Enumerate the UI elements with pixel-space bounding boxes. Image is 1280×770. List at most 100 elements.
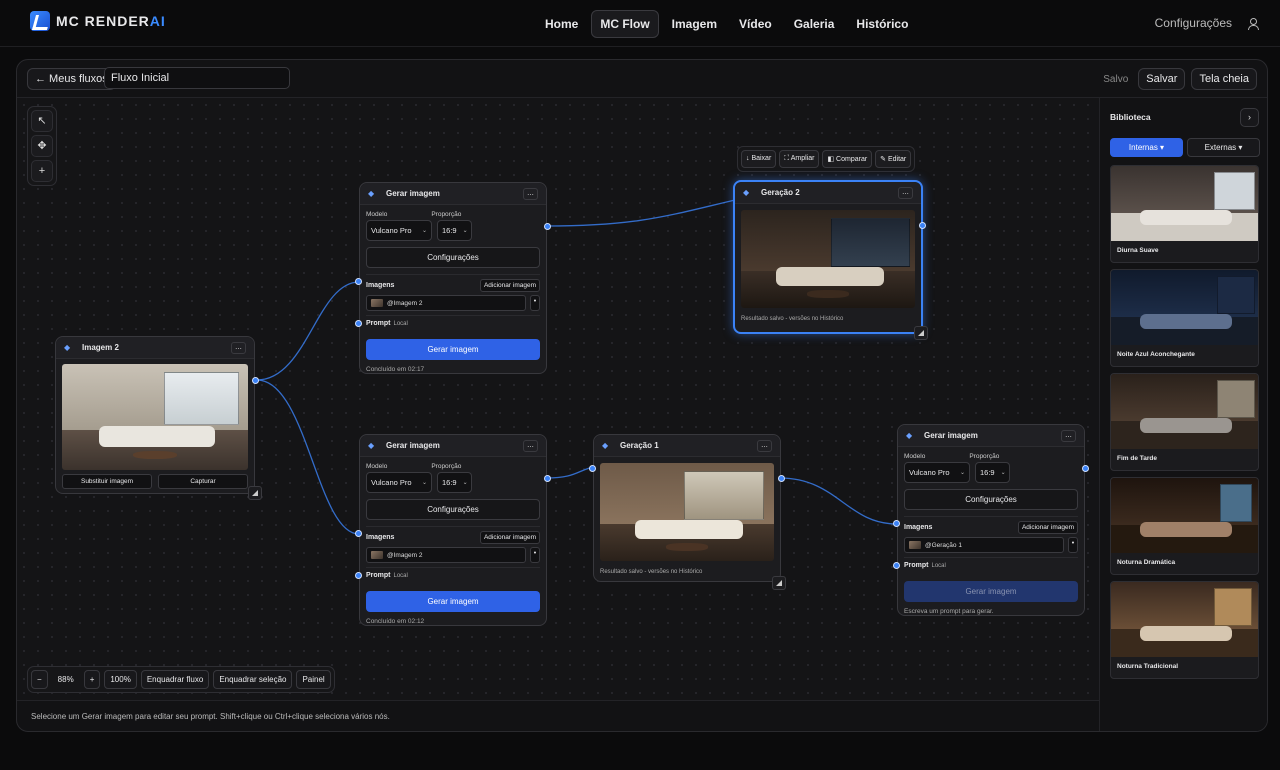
panel-button[interactable]: Painel bbox=[296, 670, 331, 689]
replace-image-button[interactable]: Substituir imagem bbox=[62, 474, 152, 489]
nav-imagem[interactable]: Imagem bbox=[663, 10, 726, 38]
saved-status: Salvo bbox=[1103, 73, 1129, 85]
flow-name-input[interactable] bbox=[104, 67, 290, 89]
generated-image[interactable] bbox=[741, 210, 915, 308]
image-reference-chip[interactable]: @Geração 1 bbox=[904, 537, 1064, 553]
generate-image-node[interactable]: ◆ Gerar imagem ... Modelo Proporção Vulca… bbox=[893, 424, 1089, 616]
images-input-handle[interactable] bbox=[893, 520, 900, 527]
add-image-button[interactable]: Adicionar imagem bbox=[1017, 521, 1078, 534]
model-select[interactable]: Vulcano Pro ⌄ bbox=[904, 462, 970, 483]
fit-flow-button[interactable]: Enquadrar fluxo bbox=[140, 670, 210, 689]
image-reference-chip[interactable]: @Imagem 2 bbox=[366, 295, 526, 311]
zoom-out-button[interactable]: − bbox=[31, 670, 48, 689]
generated-image[interactable] bbox=[600, 463, 774, 561]
fit-selection-button[interactable]: Enquadrar seleção bbox=[213, 670, 293, 689]
resize-handle-icon[interactable] bbox=[772, 576, 786, 590]
library-item-name: Diurna Suave bbox=[1117, 247, 1159, 254]
nav-mc-flow[interactable]: MC Flow bbox=[591, 10, 659, 38]
node-menu-button[interactable]: ... bbox=[898, 186, 913, 199]
brand-logo[interactable]: MC RENDERAI bbox=[30, 11, 166, 31]
generate-image-button[interactable]: Gerar imagem bbox=[366, 339, 540, 360]
node-title: Imagem 2 bbox=[82, 343, 119, 352]
node-title: Geração 2 bbox=[761, 188, 800, 197]
library-item[interactable]: Noite Azul Aconchegante bbox=[1110, 269, 1259, 367]
nav-home[interactable]: Home bbox=[536, 10, 587, 38]
remove-image-icon[interactable]: • bbox=[530, 295, 540, 311]
library-item[interactable]: Noturna Dramática bbox=[1110, 477, 1259, 575]
flow-canvas[interactable]: ↖ ✥ + ↓ Baixar ⛶ Ampliar ◧ Comparar ✎ Ed… bbox=[17, 98, 1099, 700]
images-input-handle[interactable] bbox=[355, 530, 362, 537]
input-handle[interactable] bbox=[589, 465, 596, 472]
fullscreen-button[interactable]: Tela cheia bbox=[1191, 68, 1257, 90]
result-node-geracao-2[interactable]: ◆ Geração 2 ... Resultado salvo - versõe… bbox=[733, 180, 926, 334]
settings-button[interactable]: Configurações bbox=[366, 247, 540, 268]
nav-video[interactable]: Vídeo bbox=[730, 10, 781, 38]
image-reference-chip[interactable]: @Imagem 2 bbox=[366, 547, 526, 563]
pan-tool-icon[interactable]: ✥ bbox=[31, 135, 53, 157]
resize-handle-icon[interactable] bbox=[248, 486, 262, 500]
nav-historico[interactable]: Histórico bbox=[847, 10, 917, 38]
prompt-input-handle[interactable] bbox=[355, 572, 362, 579]
compare-button[interactable]: ◧ Comparar bbox=[822, 150, 873, 168]
remove-image-icon[interactable]: • bbox=[1068, 537, 1078, 553]
model-select[interactable]: Vulcano Pro ⌄ bbox=[366, 220, 432, 241]
library-item[interactable]: Diurna Suave bbox=[1110, 165, 1259, 263]
logo-icon bbox=[30, 11, 50, 31]
output-handle[interactable] bbox=[544, 475, 551, 482]
generate-image-button[interactable]: Gerar imagem bbox=[366, 591, 540, 612]
remove-image-icon[interactable]: • bbox=[530, 547, 540, 563]
select-tool-icon[interactable]: ↖ bbox=[31, 110, 53, 132]
ratio-select[interactable]: 16:9 ⌄ bbox=[437, 472, 472, 493]
user-icon[interactable] bbox=[1248, 18, 1259, 30]
node-menu-button[interactable]: ... bbox=[523, 187, 538, 200]
node-menu-button[interactable]: ... bbox=[757, 439, 772, 452]
add-node-icon[interactable]: + bbox=[31, 160, 53, 182]
output-handle[interactable] bbox=[919, 222, 926, 229]
node-title: Geração 1 bbox=[620, 441, 659, 450]
node-menu-button[interactable]: ... bbox=[1061, 429, 1076, 442]
result-node-geracao-1[interactable]: ◆ Geração 1 ... Resultado salvo - versõe… bbox=[589, 434, 785, 582]
back-to-flows-button[interactable]: ← Meus fluxos bbox=[27, 68, 116, 90]
ratio-select[interactable]: 16:9 ⌄ bbox=[437, 220, 472, 241]
zoom-reset-button[interactable]: 100% bbox=[104, 670, 137, 689]
input-image bbox=[62, 364, 248, 470]
output-handle[interactable] bbox=[1082, 465, 1089, 472]
collapse-sidebar-icon[interactable]: › bbox=[1240, 108, 1259, 127]
model-select[interactable]: Vulcano Pro ⌄ bbox=[366, 472, 432, 493]
flow-editor-panel: ← Meus fluxos Salvo Salvar Tela cheia ↖ … bbox=[16, 59, 1268, 732]
image-input-node[interactable]: ◆ Imagem 2 ... Substituir imagem Captura… bbox=[55, 336, 259, 494]
images-input-handle[interactable] bbox=[355, 278, 362, 285]
enlarge-button[interactable]: ⛶ Ampliar bbox=[779, 150, 820, 168]
ratio-select[interactable]: 16:9 ⌄ bbox=[975, 462, 1010, 483]
output-handle[interactable] bbox=[544, 223, 551, 230]
prompt-input-handle[interactable] bbox=[355, 320, 362, 327]
nav-galeria[interactable]: Galeria bbox=[785, 10, 844, 38]
tab-internas[interactable]: Internas ▾ bbox=[1110, 138, 1183, 157]
prompt-input-handle[interactable] bbox=[893, 562, 900, 569]
node-menu-button[interactable]: ... bbox=[231, 341, 246, 354]
settings-button[interactable]: Configurações bbox=[904, 489, 1078, 510]
settings-link[interactable]: Configurações bbox=[1155, 16, 1232, 30]
download-button[interactable]: ↓ Baixar bbox=[741, 150, 777, 168]
generate-image-node[interactable]: ◆ Gerar imagem ... Modelo Proporção Vulca… bbox=[355, 434, 551, 626]
save-button[interactable]: Salvar bbox=[1138, 68, 1186, 90]
node-diamond-icon: ◆ bbox=[743, 187, 750, 197]
generate-image-node[interactable]: ◆ Gerar imagem ... Modelo Proporção Vulca… bbox=[355, 182, 551, 374]
prompt-label: Prompt bbox=[904, 562, 929, 569]
add-image-button[interactable]: Adicionar imagem bbox=[479, 279, 540, 292]
zoom-in-button[interactable]: + bbox=[83, 670, 101, 689]
resize-handle-icon[interactable] bbox=[914, 326, 928, 340]
edit-button[interactable]: ✎ Editar bbox=[875, 150, 912, 168]
add-image-button[interactable]: Adicionar imagem bbox=[479, 531, 540, 544]
output-handle[interactable] bbox=[778, 475, 785, 482]
chevron-down-icon: ⌄ bbox=[462, 228, 468, 234]
library-item[interactable]: Noturna Tradicional bbox=[1110, 581, 1259, 679]
library-item[interactable]: Fim de Tarde bbox=[1110, 373, 1259, 471]
settings-button[interactable]: Configurações bbox=[366, 499, 540, 520]
tab-externas[interactable]: Externas ▾ bbox=[1187, 138, 1260, 157]
capture-button[interactable]: Capturar bbox=[158, 474, 248, 489]
node-menu-button[interactable]: ... bbox=[523, 439, 538, 452]
status-hint: Selecione um Gerar imagem para editar se… bbox=[17, 700, 1099, 731]
output-handle[interactable] bbox=[252, 377, 259, 384]
generate-image-button[interactable]: Gerar imagem bbox=[904, 581, 1078, 602]
